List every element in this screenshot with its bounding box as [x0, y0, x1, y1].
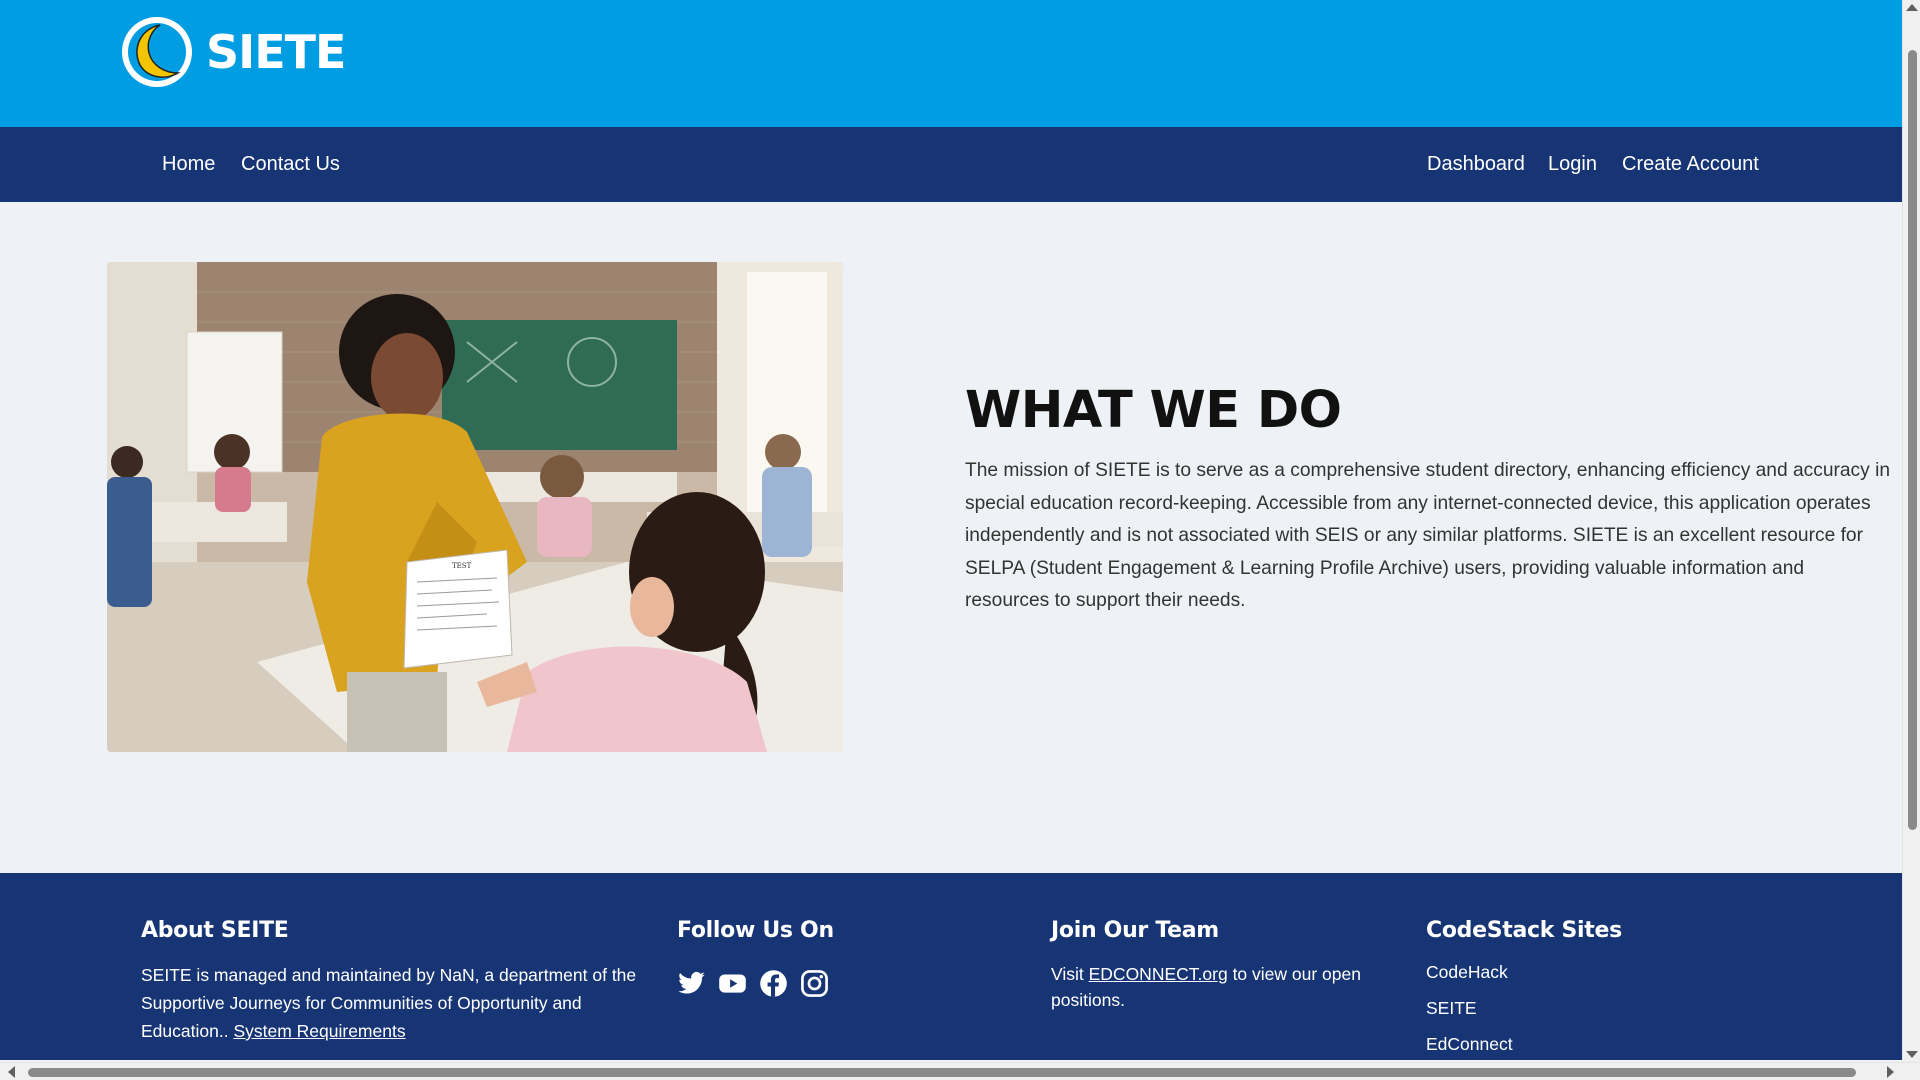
twitter-icon[interactable] [677, 969, 706, 998]
top-banner: SIETE [0, 0, 1902, 127]
footer-about-heading: About SEITE [141, 918, 289, 943]
nav-contact-us[interactable]: Contact Us [241, 127, 340, 202]
mission-text: The mission of SIETE is to serve as a co… [965, 460, 1891, 611]
scroll-down-arrow-icon[interactable] [1906, 1051, 1918, 1058]
footer-join: Join Our Team Visit EDCONNECT.org to vie… [1051, 918, 1371, 1013]
footer-sites-list: CodeHack SEITE EdConnect [1426, 954, 1726, 1060]
footer-join-heading: Join Our Team [1051, 918, 1219, 943]
site-footer: About SEITE SEITE is managed and maintai… [0, 873, 1902, 1060]
footer-follow: Follow Us On [677, 918, 977, 998]
footer-about-text: SEITE is managed and maintained by NaN, … [141, 961, 661, 1045]
vertical-scroll-thumb[interactable] [1908, 50, 1917, 830]
site-link-edconnect[interactable]: EdConnect [1426, 1026, 1726, 1060]
nav-home[interactable]: Home [162, 127, 215, 202]
brand-name: SIETE [206, 25, 346, 79]
scroll-up-arrow-icon[interactable] [1906, 4, 1918, 11]
footer-sites: CodeStack Sites CodeHack SEITE EdConnect [1426, 918, 1726, 1060]
nav-login[interactable]: Login [1548, 127, 1597, 202]
scroll-right-arrow-icon[interactable] [1887, 1066, 1894, 1078]
main-navbar: Home Contact Us Dashboard Login Create A… [0, 127, 1902, 202]
section-title: WHAT WE DO [965, 381, 1342, 440]
footer-join-text: Visit EDCONNECT.org to view our open pos… [1051, 961, 1371, 1013]
footer-about: About SEITE SEITE is managed and maintai… [141, 918, 661, 1045]
horizontal-scrollbar[interactable] [0, 1062, 1920, 1080]
edconnect-link[interactable]: EDCONNECT.org [1089, 964, 1228, 984]
classroom-photo: TEST [107, 262, 843, 752]
instagram-icon[interactable] [800, 969, 829, 998]
system-requirements-link[interactable]: System Requirements [233, 1021, 405, 1041]
moon-logo-icon [122, 17, 192, 87]
scroll-left-arrow-icon[interactable] [8, 1066, 15, 1078]
site-link-seite[interactable]: SEITE [1426, 990, 1726, 1026]
site-link-codehack[interactable]: CodeHack [1426, 954, 1726, 990]
page: SIETE Home Contact Us Dashboard Login Cr… [0, 0, 1902, 1060]
nav-dashboard[interactable]: Dashboard [1427, 127, 1525, 202]
footer-sites-heading: CodeStack Sites [1426, 918, 1622, 943]
footer-follow-heading: Follow Us On [677, 918, 834, 943]
footer-join-prefix: Visit [1051, 964, 1084, 984]
paper-label: TEST [452, 562, 472, 570]
facebook-icon[interactable] [759, 969, 788, 998]
horizontal-scroll-thumb[interactable] [28, 1068, 1856, 1077]
nav-create-account[interactable]: Create Account [1622, 127, 1759, 202]
youtube-icon[interactable] [718, 969, 747, 998]
vertical-scrollbar[interactable] [1902, 0, 1920, 1062]
social-links [677, 969, 977, 998]
brand-logo[interactable]: SIETE [120, 15, 346, 89]
